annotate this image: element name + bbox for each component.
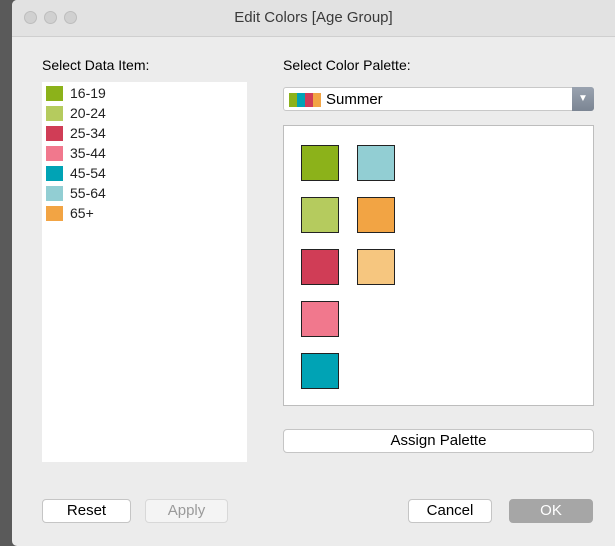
apply-button[interactable]: Apply	[145, 499, 228, 523]
data-item-label: 55-64	[70, 185, 106, 201]
data-item-color-swatch	[46, 86, 63, 101]
palette-swatch-7[interactable]	[357, 249, 395, 285]
data-item-color-swatch	[46, 166, 63, 181]
data-item-1[interactable]: 20-24	[42, 102, 247, 122]
select-data-item-label: Select Data Item:	[42, 57, 150, 73]
data-item-label: 65+	[70, 205, 94, 221]
data-item-color-swatch	[46, 186, 63, 201]
palette-swatch-2[interactable]	[301, 249, 339, 285]
data-item-color-swatch	[46, 146, 63, 161]
data-item-3[interactable]: 35-44	[42, 142, 247, 162]
palette-swatch-1[interactable]	[301, 197, 339, 233]
data-item-label: 16-19	[70, 85, 106, 101]
data-item-color-swatch	[46, 206, 63, 221]
color-palette-select[interactable]: Summer ▼	[283, 87, 594, 111]
color-palette-value: Summer	[326, 91, 383, 108]
palette-swatch-icon	[289, 93, 321, 107]
palette-swatch-grid	[283, 125, 594, 406]
palette-swatch-5[interactable]	[357, 145, 395, 181]
data-item-0[interactable]: 16-19	[42, 82, 247, 102]
data-item-4[interactable]: 45-54	[42, 162, 247, 182]
data-item-2[interactable]: 25-34	[42, 122, 247, 142]
title-bar: Edit Colors [Age Group]	[12, 0, 615, 37]
reset-button[interactable]: Reset	[42, 499, 131, 523]
data-item-label: 20-24	[70, 105, 106, 121]
data-item-label: 25-34	[70, 125, 106, 141]
data-item-5[interactable]: 55-64	[42, 182, 247, 202]
palette-swatch-4[interactable]	[301, 353, 339, 389]
data-item-list: 16-19 20-24 25-34 35-44 45-54 55-64 65+	[42, 82, 247, 462]
data-item-label: 35-44	[70, 145, 106, 161]
data-item-color-swatch	[46, 106, 63, 121]
data-item-color-swatch	[46, 126, 63, 141]
data-item-label: 45-54	[70, 165, 106, 181]
cancel-button[interactable]: Cancel	[408, 499, 492, 523]
chevron-down-icon[interactable]: ▼	[572, 87, 594, 111]
window-title: Edit Colors [Age Group]	[234, 9, 393, 26]
palette-swatch-6[interactable]	[357, 197, 395, 233]
select-color-palette-label: Select Color Palette:	[283, 57, 411, 73]
data-item-6[interactable]: 65+	[42, 202, 247, 222]
ok-button[interactable]: OK	[509, 499, 593, 523]
edit-colors-dialog: Edit Colors [Age Group] Select Data Item…	[12, 0, 615, 546]
palette-swatch-0[interactable]	[301, 145, 339, 181]
palette-swatch-3[interactable]	[301, 301, 339, 337]
assign-palette-button[interactable]: Assign Palette	[283, 429, 594, 453]
